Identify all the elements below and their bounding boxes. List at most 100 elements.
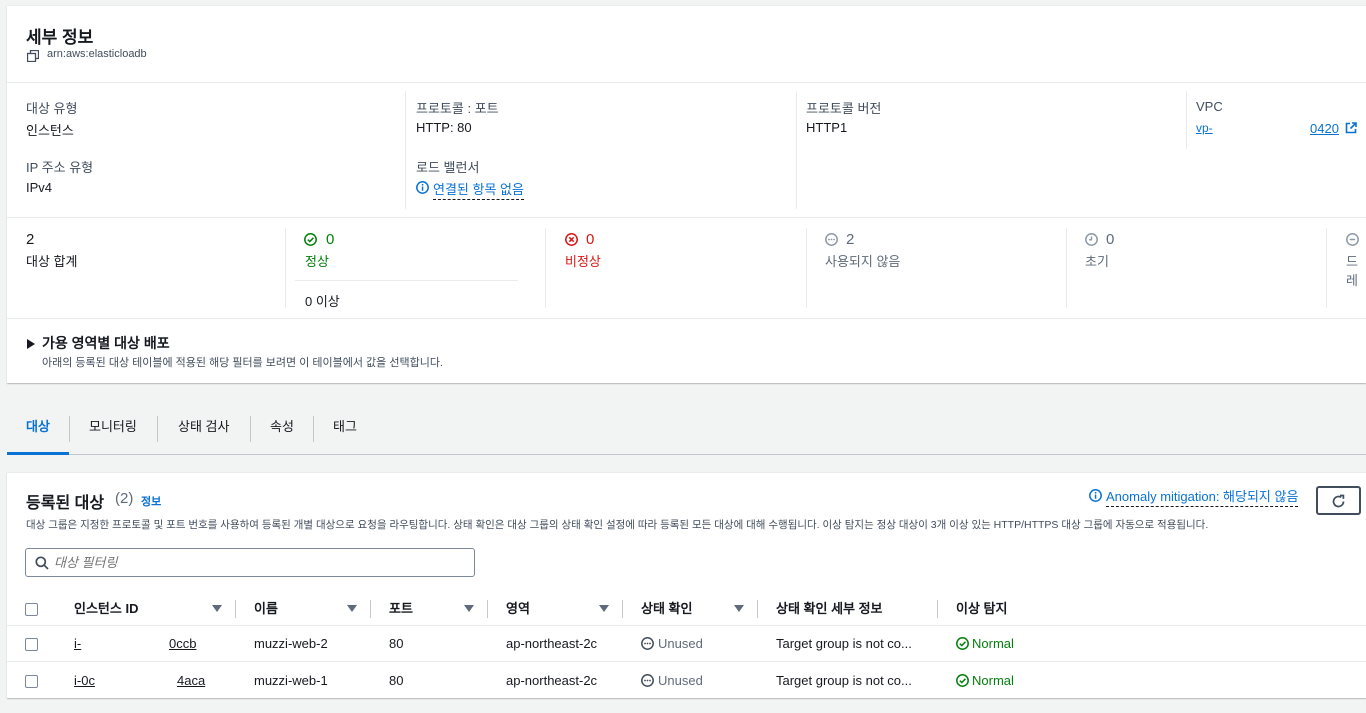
divider <box>7 217 1366 218</box>
tab-monitoring[interactable]: 모니터링 <box>89 400 137 455</box>
unhealthy-label: 비정상 <box>565 254 601 269</box>
target-type-label: 대상 유형 <box>26 101 78 116</box>
divider <box>1186 91 1187 149</box>
table-row[interactable]: i-0c 4aca muzzi-web-1 80 ap-northeast-2c… <box>7 663 1366 699</box>
instance-id-link[interactable]: 0ccb <box>169 626 196 662</box>
unhealthy-count: 0 <box>586 231 595 248</box>
targets-desc: 대상 그룹은 지정한 프로토콜 및 포트 번호를 사용하여 등록된 개별 대상으… <box>26 519 1209 531</box>
divider <box>545 228 546 308</box>
target-type-value: 인스턴스 <box>26 123 74 138</box>
protocol-version-value: HTTP1 <box>806 120 848 135</box>
table-row[interactable]: i- 0ccb muzzi-web-2 80 ap-northeast-2c U… <box>7 626 1366 662</box>
column-header-health-status[interactable]: 상태 확인 <box>641 592 692 626</box>
initial-label: 초기 <box>1085 254 1109 269</box>
az-distribution-toggle[interactable]: 가용 영역별 대상 배포 <box>42 333 170 353</box>
refresh-button[interactable] <box>1316 486 1361 515</box>
targets-title: 등록된 대상 <box>26 495 105 512</box>
instance-id-link[interactable]: i-0c <box>74 663 95 699</box>
az-distribution-desc: 아래의 등록된 대상 테이블에 적용된 해당 필터를 보려면 이 테이블에서 값… <box>42 357 443 369</box>
column-header-port[interactable]: 포트 <box>389 592 413 626</box>
vpc-label: VPC <box>1196 99 1223 114</box>
health-details: Target group is not co... <box>776 673 912 688</box>
row-checkbox[interactable] <box>25 638 38 651</box>
tab-attributes[interactable]: 속성 <box>270 400 294 455</box>
external-link-icon[interactable] <box>1345 122 1357 137</box>
arn-text: arn:aws:elasticloadb <box>47 48 147 60</box>
caret-right-icon[interactable] <box>27 337 35 352</box>
lb-label: 로드 밸런서 <box>416 160 480 175</box>
instance-id-link[interactable]: i- <box>74 626 81 662</box>
tab-health-checks[interactable]: 상태 검사 <box>178 400 229 455</box>
column-header-health-details[interactable]: 상태 확인 세부 정보 <box>776 592 883 626</box>
column-separator <box>937 600 938 618</box>
anomaly-mitigation-link[interactable]: Anomaly mitigation: 해당되지 않음 <box>1106 486 1299 507</box>
column-header-zone[interactable]: 영역 <box>506 592 530 626</box>
column-header-instance-id[interactable]: 인스턴스 ID <box>74 592 138 626</box>
column-header-anomaly[interactable]: 이상 탐지 <box>956 592 1007 626</box>
column-separator <box>622 600 623 618</box>
target-name: muzzi-web-2 <box>254 636 328 651</box>
tab-targets[interactable]: 대상 <box>7 400 69 455</box>
tab-separator <box>69 416 70 442</box>
column-separator <box>757 600 758 618</box>
unused-label: 사용되지 않음 <box>825 254 901 269</box>
tab-separator <box>313 416 314 442</box>
tab-separator <box>250 416 251 442</box>
details-panel: 세부 정보 arn:aws:elasticloadb 대상 유형 인스턴스 프로… <box>7 5 1366 383</box>
info-icon <box>1089 489 1102 505</box>
tab-separator <box>157 416 158 442</box>
info-link[interactable]: 정보 <box>141 493 161 509</box>
column-separator <box>235 600 236 618</box>
row-checkbox[interactable] <box>25 675 38 688</box>
healthy-count: 0 <box>326 231 335 248</box>
registered-targets-panel: 등록된 대상 (2) 정보 Anomaly mitigation: 해당되지 않… <box>7 472 1366 698</box>
anomaly-status: Normal <box>956 663 1014 699</box>
draining-label: 드레 <box>1346 254 1358 288</box>
sort-caret-icon[interactable] <box>599 605 609 612</box>
health-status: Unused <box>641 663 703 699</box>
divider <box>405 91 406 209</box>
target-name: muzzi-web-1 <box>254 673 328 688</box>
success-icon <box>304 233 317 249</box>
unused-status-icon <box>641 665 654 701</box>
vpc-link-id[interactable]: 0420 <box>1310 121 1339 136</box>
protocol-version-label: 프로토콜 버전 <box>806 101 882 116</box>
instance-id-link[interactable]: 4aca <box>177 663 205 699</box>
sort-caret-icon[interactable] <box>212 605 222 612</box>
draining-icon <box>1346 233 1359 249</box>
anomaly-status-text: Normal <box>972 636 1014 651</box>
target-zone: ap-northeast-2c <box>506 636 598 651</box>
sort-caret-icon[interactable] <box>734 605 744 612</box>
divider <box>285 228 286 308</box>
unused-count: 2 <box>846 231 855 248</box>
copy-icon[interactable] <box>26 49 40 63</box>
anomaly-status: Normal <box>956 626 1014 662</box>
divider <box>806 228 807 308</box>
vpc-link[interactable]: vp- <box>1196 121 1213 135</box>
unused-status-icon <box>825 233 838 249</box>
target-port: 80 <box>389 673 404 688</box>
divider <box>7 318 1366 319</box>
success-icon <box>956 628 969 664</box>
column-separator <box>370 600 371 618</box>
details-header: 세부 정보 arn:aws:elasticloadb <box>7 6 1366 83</box>
lb-none-link[interactable]: 연결된 항목 없음 <box>433 179 524 200</box>
unused-status-icon <box>641 628 654 664</box>
tab-tags[interactable]: 태그 <box>333 400 357 455</box>
anomaly-status-text: Normal <box>972 673 1014 688</box>
column-header-name[interactable]: 이름 <box>254 592 278 626</box>
table-header: 인스턴스 ID 이름 포트 영역 상태 확인 상태 확인 세부 정보 이상 탐지 <box>7 592 1366 626</box>
divider <box>295 280 518 281</box>
total-count: 2 <box>26 231 35 248</box>
target-port: 80 <box>389 636 404 651</box>
targets-count: (2) <box>115 490 134 507</box>
column-separator <box>487 600 488 618</box>
filter-input[interactable] <box>54 552 464 573</box>
sort-caret-icon[interactable] <box>464 605 474 612</box>
ip-type-label: IP 주소 유형 <box>26 160 94 175</box>
info-icon <box>416 181 429 197</box>
filter-input-container[interactable] <box>25 548 475 577</box>
select-all-checkbox[interactable] <box>25 603 38 616</box>
protocol-port-label: 프로토콜 : 포트 <box>416 101 499 116</box>
sort-caret-icon[interactable] <box>347 605 357 612</box>
